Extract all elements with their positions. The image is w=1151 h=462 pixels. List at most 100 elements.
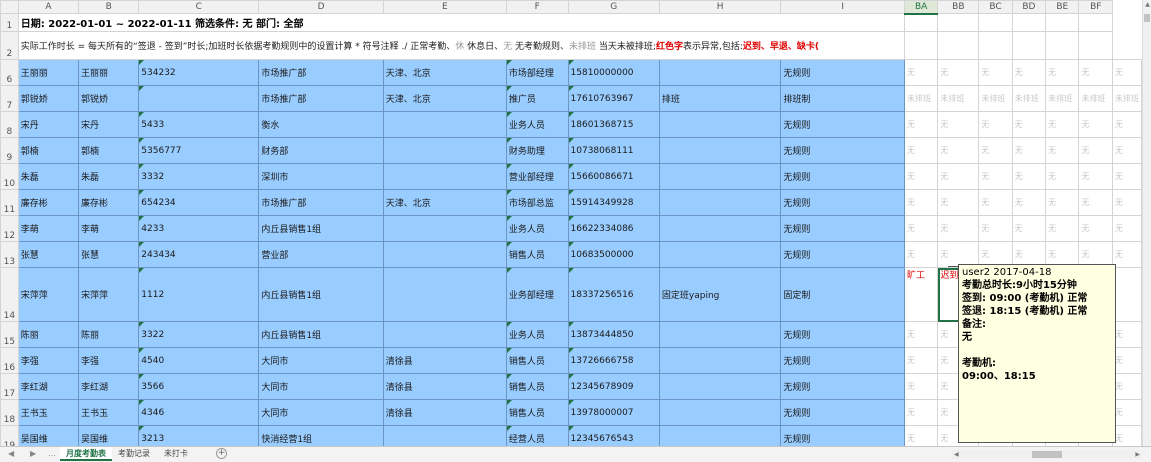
cell-title[interactable]: 销售人员 — [505, 241, 569, 268]
report-title-cell[interactable]: 日期: 2022-01-01 ~ 2022-01-11 筛选条件: 无 部门: … — [17, 13, 905, 32]
cell-phone[interactable]: 17610763967 — [567, 85, 660, 112]
attendance-day-cell[interactable]: 无 — [978, 137, 1013, 164]
cell-rule[interactable]: 固定制 — [780, 267, 905, 322]
attendance-day-cell[interactable]: 无 — [1078, 137, 1113, 164]
attendance-day-cell[interactable]: 无 — [903, 321, 939, 348]
cell-title[interactable]: 业务人员 — [505, 215, 569, 242]
cell-id[interactable]: 654234 — [138, 189, 260, 216]
attendance-day-cell[interactable]: 无 — [1078, 189, 1113, 216]
cell-name2[interactable]: 朱磊 — [78, 163, 140, 190]
column-header-f[interactable]: F — [505, 0, 569, 14]
cell-name2[interactable]: 王丽丽 — [78, 59, 140, 86]
attendance-day-cell[interactable]: 无 — [903, 399, 939, 426]
cell-id[interactable]: 3566 — [138, 373, 260, 400]
cell-area[interactable] — [382, 321, 507, 348]
cell-id[interactable]: 534232 — [138, 59, 260, 86]
column-header-g[interactable]: G — [567, 0, 660, 14]
cell-area[interactable] — [382, 241, 507, 268]
cell-dept[interactable]: 市场推广部 — [258, 189, 384, 216]
empty-cell[interactable] — [1045, 31, 1080, 60]
cell-area[interactable]: 清徐县 — [382, 373, 507, 400]
cell-phone[interactable]: 15660086671 — [567, 163, 660, 190]
cell-name[interactable]: 郭楠 — [17, 137, 80, 164]
cell-title[interactable]: 营业部经理 — [505, 163, 569, 190]
cell-dept[interactable]: 市场推广部 — [258, 59, 384, 86]
cell-name2[interactable]: 廉存彬 — [78, 189, 140, 216]
attendance-day-cell[interactable]: 无 — [937, 59, 980, 86]
cell-shift[interactable] — [658, 111, 782, 138]
cell-rule[interactable]: 无规则 — [780, 399, 905, 426]
cell-id[interactable]: 243434 — [138, 241, 260, 268]
cell-shift[interactable] — [658, 189, 782, 216]
vertical-scroll-thumb[interactable] — [1144, 14, 1150, 22]
row-header[interactable]: 18 — [0, 399, 19, 426]
cell-name2[interactable]: 郭楠 — [78, 137, 140, 164]
cell-area[interactable]: 清徐县 — [382, 347, 507, 374]
column-header-c[interactable]: C — [138, 0, 260, 14]
cell-id[interactable]: 3332 — [138, 163, 260, 190]
cell-id[interactable]: 3322 — [138, 321, 260, 348]
cell-rule[interactable]: 无规则 — [780, 137, 905, 164]
cell-shift[interactable] — [658, 321, 782, 348]
row-header[interactable]: 1 — [0, 13, 19, 32]
attendance-day-cell[interactable]: 未排班 — [937, 85, 980, 112]
tab-attendance-records[interactable]: 考勤记录 — [112, 447, 156, 461]
row-header[interactable]: 14 — [0, 267, 19, 322]
cell-phone[interactable]: 12345678909 — [567, 373, 660, 400]
cell-title[interactable]: 推广员 — [505, 85, 569, 112]
attendance-day-cell[interactable]: 无 — [1112, 59, 1142, 86]
attendance-day-cell[interactable]: 无 — [1112, 347, 1142, 374]
attendance-day-cell[interactable]: 未排班 — [903, 85, 939, 112]
attendance-day-cell[interactable]: 无 — [1011, 215, 1047, 242]
cell-name[interactable]: 王丽丽 — [17, 59, 80, 86]
row-header[interactable]: 7 — [0, 85, 19, 112]
cell-shift[interactable] — [658, 137, 782, 164]
cell-shift[interactable] — [658, 163, 782, 190]
cell-title[interactable]: 销售人员 — [505, 373, 569, 400]
cell-name[interactable]: 宋萍萍 — [17, 267, 80, 322]
cell-name[interactable]: 李萌 — [17, 215, 80, 242]
cell-id[interactable]: 5356777 — [138, 137, 260, 164]
cell-phone[interactable]: 18337256516 — [567, 267, 660, 322]
cell-id[interactable]: 4233 — [138, 215, 260, 242]
attendance-day-cell[interactable]: 无 — [1112, 137, 1142, 164]
cell-name[interactable]: 郭锐娇 — [17, 85, 80, 112]
cell-area[interactable] — [382, 137, 507, 164]
row-header[interactable]: 12 — [0, 215, 19, 242]
prev-sheet-icon[interactable]: ◀ — [8, 449, 14, 458]
cell-shift[interactable] — [658, 347, 782, 374]
row-header[interactable]: 6 — [0, 59, 19, 86]
attendance-day-cell[interactable]: 无 — [1045, 163, 1080, 190]
cell-area[interactable] — [382, 425, 507, 446]
cell-dept[interactable]: 衡水 — [258, 111, 384, 138]
attendance-day-cell[interactable]: 无 — [978, 189, 1013, 216]
attendance-day-cell[interactable]: 无 — [978, 111, 1013, 138]
cell-name[interactable]: 李红湖 — [17, 373, 80, 400]
attendance-day-cell[interactable]: 未排班 — [978, 85, 1013, 112]
cell-area[interactable]: 天津、北京 — [382, 59, 507, 86]
cell-phone[interactable]: 16622334086 — [567, 215, 660, 242]
cell-id[interactable]: 4346 — [138, 399, 260, 426]
cell-id[interactable]: 4540 — [138, 347, 260, 374]
attendance-day-cell[interactable]: 无 — [903, 373, 939, 400]
cell-phone[interactable]: 10683500000 — [567, 241, 660, 268]
cell-shift[interactable] — [658, 425, 782, 446]
scroll-right-icon[interactable]: ▶ — [1135, 450, 1140, 459]
attendance-day-cell[interactable]: 无 — [903, 137, 939, 164]
cell-phone[interactable]: 13978000007 — [567, 399, 660, 426]
vertical-scrollbar[interactable]: ▲ — [1142, 0, 1151, 446]
scroll-left-icon[interactable]: ◀ — [954, 450, 959, 459]
cell-title[interactable]: 市场部经理 — [505, 59, 569, 86]
cell-name[interactable]: 吴国维 — [17, 425, 80, 446]
cell-dept[interactable]: 内丘县销售1组 — [258, 321, 384, 348]
empty-cell[interactable] — [1078, 13, 1113, 32]
attendance-day-cell[interactable]: 无 — [1045, 137, 1080, 164]
cell-dept[interactable]: 大同市 — [258, 347, 384, 374]
more-sheets-icon[interactable]: … — [48, 449, 56, 458]
column-header-bb[interactable]: BB — [937, 0, 980, 14]
attendance-day-cell[interactable]: 无 — [937, 189, 980, 216]
cell-phone[interactable]: 15914349928 — [567, 189, 660, 216]
cell-id[interactable] — [138, 85, 260, 112]
column-header-bd[interactable]: BD — [1011, 0, 1047, 14]
cell-shift[interactable] — [658, 215, 782, 242]
